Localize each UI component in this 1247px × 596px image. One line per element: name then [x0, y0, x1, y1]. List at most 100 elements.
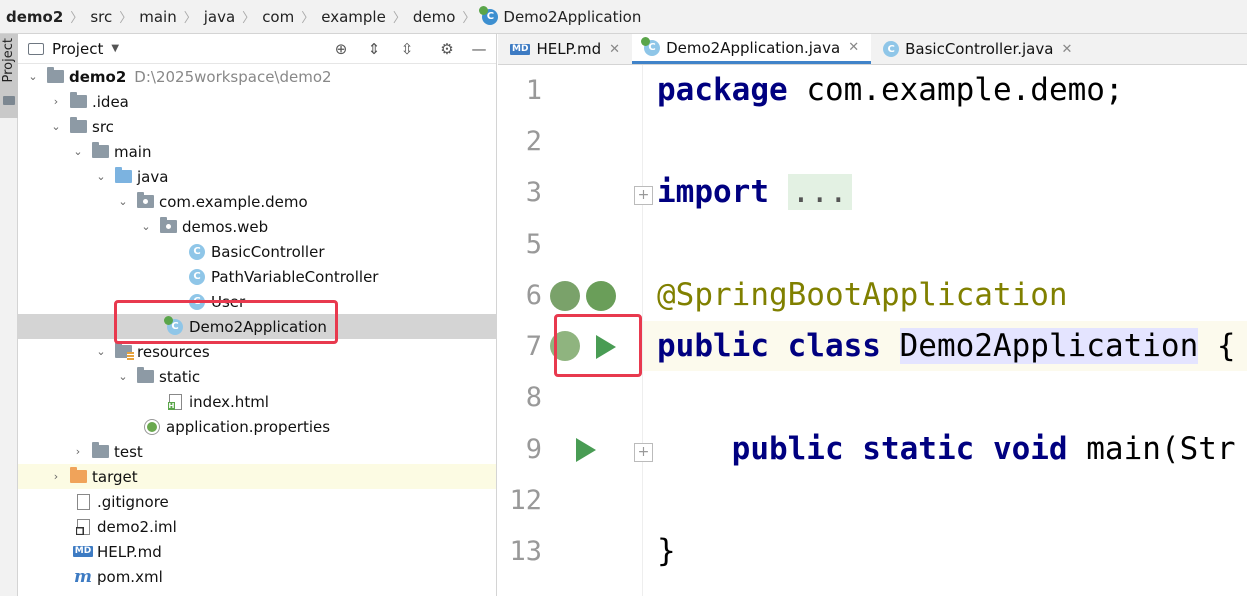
tree-item-label: src [92, 117, 114, 136]
code-line-6: @SpringBootApplication [657, 277, 1068, 313]
locate-icon[interactable]: ⊕ [332, 40, 350, 58]
spring-class-icon: C [479, 5, 499, 25]
project-panel-title[interactable]: Project [52, 40, 103, 58]
breadcrumb-separator: 〉 [242, 11, 256, 26]
line-number: 1 [525, 75, 542, 106]
expand-all-icon[interactable]: ⇕ [365, 40, 383, 58]
line-number: 12 [509, 485, 542, 516]
tree-item-application-properties[interactable]: application.properties [18, 414, 496, 439]
tree-item-label: .idea [92, 92, 129, 111]
tab-help-md[interactable]: MD HELP.md ✕ [498, 34, 632, 64]
breadcrumb-item-src[interactable]: src [90, 8, 112, 26]
chevron-down-icon[interactable]: ⌄ [94, 170, 108, 183]
code-line-7: public class Demo2Application { [643, 321, 1247, 371]
chevron-down-icon[interactable]: ⌄ [49, 120, 63, 133]
close-icon[interactable]: ✕ [609, 42, 620, 57]
breadcrumb-item-demo2[interactable]: demo2 [6, 8, 63, 26]
tree-item-static[interactable]: ⌄ static [18, 364, 496, 389]
tab-label: BasicController.java [905, 40, 1054, 58]
code-line-13: } [657, 533, 676, 569]
folder-icon [136, 367, 154, 385]
chevron-right-icon[interactable]: › [49, 470, 63, 483]
tree-item-demos-web[interactable]: ⌄ demos.web [18, 214, 496, 239]
tree-item-label: test [114, 442, 143, 461]
tree-item-label: java [137, 167, 169, 186]
code-line-1: package com.example.demo; [657, 72, 1124, 108]
resources-folder-icon [114, 342, 134, 360]
tree-item-java[interactable]: ⌄ java [18, 164, 496, 189]
markdown-icon: MD [72, 546, 94, 557]
tree-item-pom-xml[interactable]: m pom.xml [18, 564, 496, 589]
breadcrumb-separator: 〉 [462, 11, 476, 26]
tree-item-pathvariablecontroller[interactable]: C PathVariableController [18, 264, 496, 289]
tree-item-label: main [114, 142, 152, 161]
minimize-icon[interactable]: — [470, 40, 488, 58]
folder-icon [3, 96, 15, 105]
chevron-right-icon[interactable]: › [71, 445, 85, 458]
highlight-box [114, 300, 338, 344]
tree-item-label: PathVariableController [211, 267, 379, 286]
gear-icon[interactable]: ⚙ [438, 40, 456, 58]
file-icon [74, 493, 92, 510]
folded-imports[interactable]: ... [787, 174, 852, 210]
breadcrumb-separator: 〉 [70, 11, 84, 26]
package-icon [159, 217, 177, 235]
tab-demo2application-java[interactable]: C Demo2Application.java ✕ [632, 34, 872, 64]
tree-item-label: demos.web [182, 217, 269, 236]
tree-item-test[interactable]: › test [18, 439, 496, 464]
tree-item-target[interactable]: › target [18, 464, 496, 489]
tree-item-idea[interactable]: › .idea [18, 89, 496, 114]
breadcrumb-item-java[interactable]: java [204, 8, 235, 26]
tree-item-demo2-iml[interactable]: ■ demo2.iml [18, 514, 496, 539]
tree-item-label: pom.xml [97, 567, 163, 586]
tree-item-src[interactable]: ⌄ src [18, 114, 496, 139]
chevron-down-icon[interactable]: ▼ [111, 43, 119, 54]
chevron-down-icon[interactable]: ⌄ [116, 370, 130, 383]
iml-file-icon: ■ [74, 518, 92, 535]
tree-item-demo2[interactable]: ⌄ demo2 D:\2025workspace\demo2 [18, 64, 496, 89]
excluded-folder-icon [69, 467, 87, 485]
chevron-down-icon[interactable]: ⌄ [71, 145, 85, 158]
close-icon[interactable]: ✕ [1061, 42, 1072, 57]
line-number: 13 [509, 536, 542, 567]
fold-marker-icon[interactable]: + [634, 443, 653, 462]
tree-item-index-html[interactable]: H index.html [18, 389, 496, 414]
tree-item-help-md[interactable]: MD HELP.md [18, 539, 496, 564]
project-tool-tab[interactable]: Project [0, 34, 18, 118]
breadcrumb-item-com[interactable]: com [262, 8, 294, 26]
project-panel-header: Project ▼ ⊕ ⇕ ⇳ ⚙ — [18, 34, 496, 64]
project-tool-tab-label: Project [1, 38, 16, 83]
breadcrumb: demo2 〉 src 〉 main 〉 java 〉 com 〉 exampl… [0, 0, 1247, 34]
code-area[interactable]: package com.example.demo; import ... @Sp… [643, 65, 1247, 596]
html-file-icon: H [166, 393, 184, 410]
chevron-right-icon[interactable]: › [49, 95, 63, 108]
close-icon[interactable]: ✕ [848, 40, 859, 55]
tree-item-main[interactable]: ⌄ main [18, 139, 496, 164]
tree-item-com-example-demo[interactable]: ⌄ com.example.demo [18, 189, 496, 214]
chevron-down-icon[interactable]: ⌄ [116, 195, 130, 208]
chevron-down-icon[interactable]: ⌄ [139, 220, 153, 233]
fold-marker-icon[interactable]: + [634, 186, 653, 205]
chevron-down-icon[interactable]: ⌄ [26, 70, 40, 83]
spring-config-icon[interactable] [586, 281, 616, 311]
tree-item-label: BasicController [211, 242, 325, 261]
breadcrumb-item-demo[interactable]: demo [413, 8, 456, 26]
run-icon[interactable] [576, 438, 596, 462]
collapse-all-icon[interactable]: ⇳ [398, 40, 416, 58]
editor-tabs: MD HELP.md ✕ C Demo2Application.java ✕ C… [498, 34, 1247, 65]
tree-item-gitignore[interactable]: .gitignore [18, 489, 496, 514]
chevron-down-icon[interactable]: ⌄ [94, 345, 108, 358]
class-icon: C [883, 41, 900, 57]
breadcrumb-item-example[interactable]: example [321, 8, 386, 26]
tree-item-label: demo2 [69, 67, 127, 86]
tab-basiccontroller-java[interactable]: C BasicController.java ✕ [871, 34, 1084, 64]
tree-item-basiccontroller[interactable]: C BasicController [18, 239, 496, 264]
maven-icon: m [74, 566, 92, 587]
spring-class-icon: C [641, 36, 661, 56]
breadcrumb-item-main[interactable]: main [139, 8, 176, 26]
spring-bean-icon[interactable] [550, 281, 580, 311]
breadcrumb-item-demo2application[interactable]: Demo2Application [503, 8, 641, 26]
